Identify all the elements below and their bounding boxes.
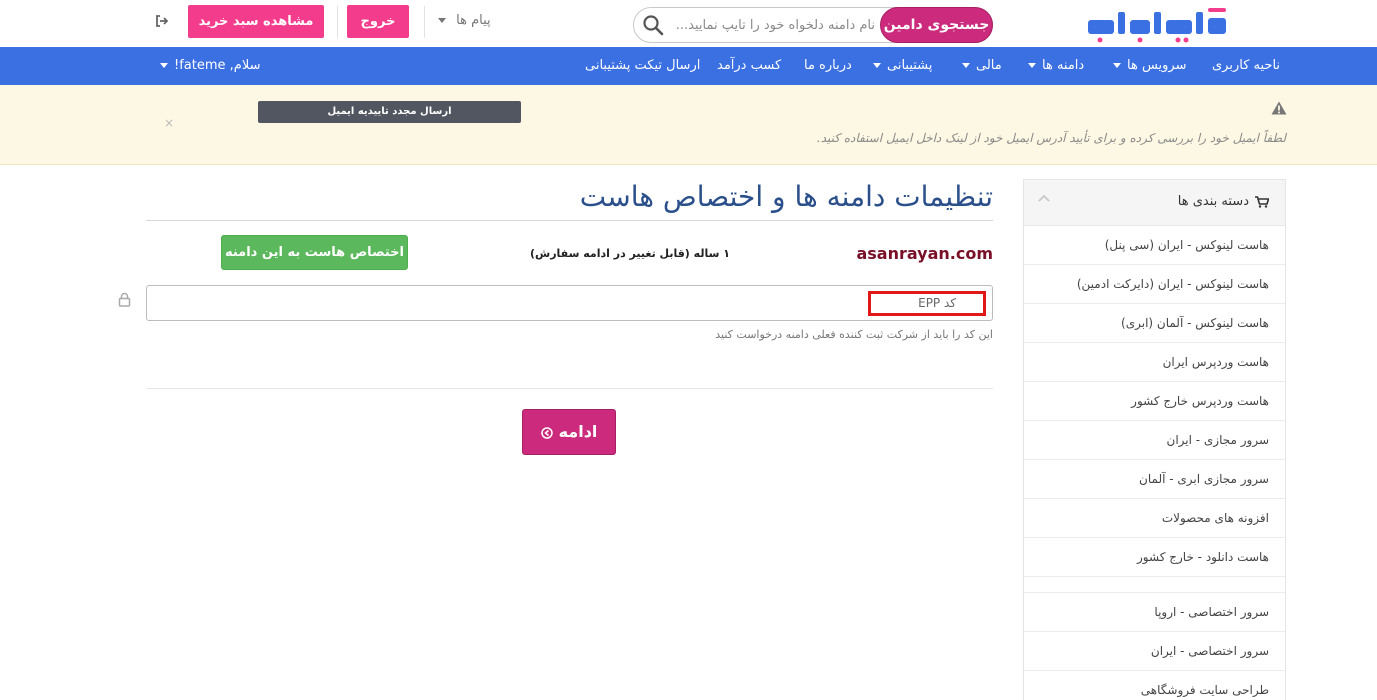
sidebar-spacer <box>1024 577 1285 593</box>
alert-message: لطفاً ایمیل خود را بررسی کرده و برای تأی… <box>816 131 1286 145</box>
registration-period: ۱ ساله (قابل تغییر در ادامه سفارش) <box>530 247 730 260</box>
messages-dropdown[interactable]: پیام ها <box>438 13 491 28</box>
chevron-down-icon <box>1113 63 1121 68</box>
assign-host-button[interactable]: اختصاص هاست به این دامنه <box>221 235 408 270</box>
sidebar-item-wordpress-abroad[interactable]: هاست وردپرس خارج کشور <box>1024 382 1285 421</box>
page-title: تنظیمات دامنه ها و اختصاص هاست <box>579 180 993 213</box>
arrow-circle-left-icon <box>540 426 553 439</box>
header-divider <box>337 6 338 38</box>
sidebar-item-dedicated-iran[interactable]: سرور اختصاصی - ایران <box>1024 632 1285 671</box>
sidebar-item-store-design[interactable]: طراحی سایت فروشگاهی <box>1024 671 1285 700</box>
nav-item-earn[interactable]: کسب درآمد <box>717 58 781 73</box>
nav-item-client-area[interactable]: ناحیه کاربری <box>1212 58 1280 73</box>
header-divider <box>424 6 425 38</box>
resend-verification-button[interactable]: ارسال مجدد تاییدیه ایمیل <box>258 101 521 123</box>
main-navbar: ناحیه کاربری سرویس ها دامنه ها مالی پشتی… <box>0 47 1377 85</box>
site-logo[interactable] <box>1078 2 1233 44</box>
continue-label: ادامه <box>558 422 598 441</box>
chevron-down-icon <box>1028 63 1036 68</box>
chevron-down-icon <box>438 18 446 23</box>
sidebar-header[interactable]: دسته بندی ها <box>1024 180 1285 226</box>
sidebar-title: دسته بندی ها <box>1178 194 1269 209</box>
shopping-cart-icon <box>1255 195 1269 208</box>
epp-code-input[interactable] <box>146 285 993 321</box>
user-account-dropdown[interactable]: سلام, fateme! <box>160 58 261 73</box>
domain-search-input[interactable] <box>669 8 879 42</box>
section-divider <box>146 388 993 389</box>
sign-out-icon[interactable] <box>155 14 169 28</box>
chevron-down-icon <box>873 63 881 68</box>
sidebar-item-dedicated-europe[interactable]: سرور اختصاصی - اروپا <box>1024 593 1285 632</box>
logout-button[interactable]: خروج <box>347 5 409 38</box>
nav-item-domains[interactable]: دامنه ها <box>1028 58 1084 73</box>
warning-icon <box>1271 101 1287 115</box>
title-divider <box>146 220 993 221</box>
continue-button[interactable]: ادامه <box>522 409 616 455</box>
sidebar-item-linux-iran-cpanel[interactable]: هاست لینوکس - ایران (سی پنل) <box>1024 226 1285 265</box>
nav-item-open-ticket[interactable]: ارسال تیکت پشتیبانی <box>585 58 700 73</box>
messages-label: پیام ها <box>456 13 491 28</box>
chevron-up-icon[interactable] <box>1038 193 1050 203</box>
nav-item-about[interactable]: درباره ما <box>804 58 852 73</box>
sidebar-item-vps-iran[interactable]: سرور مجازی - ایران <box>1024 421 1285 460</box>
chevron-down-icon <box>962 63 970 68</box>
domain-search-button[interactable]: جستجوی دامین <box>880 7 993 43</box>
nav-item-billing[interactable]: مالی <box>962 58 1002 73</box>
sidebar-item-download-host[interactable]: هاست دانلود - خارج کشور <box>1024 538 1285 577</box>
view-cart-button[interactable]: مشاهده سبد خرید <box>188 5 324 38</box>
top-header: جستجوی دامین پیام ها خروج مشاهده سبد خری… <box>0 0 1377 47</box>
epp-help-text: این کد را باید از شرکت ثبت کننده فعلی دا… <box>715 328 993 341</box>
sidebar-item-cloud-vps-germany[interactable]: سرور مجازی ابری - آلمان <box>1024 460 1285 499</box>
search-icon[interactable] <box>642 14 664 36</box>
nav-item-support[interactable]: پشتیبانی <box>873 58 932 73</box>
close-icon[interactable]: × <box>164 116 174 130</box>
sidebar-item-product-addons[interactable]: افزونه های محصولات <box>1024 499 1285 538</box>
chevron-down-icon <box>160 63 168 68</box>
categories-sidebar: دسته بندی ها هاست لینوکس - ایران (سی پنل… <box>1023 179 1286 700</box>
email-verification-alert: لطفاً ایمیل خود را بررسی کرده و برای تأی… <box>0 85 1377 165</box>
sidebar-item-linux-germany-cloud[interactable]: هاست لینوکس - آلمان (ابری) <box>1024 304 1285 343</box>
lock-icon <box>118 292 131 307</box>
nav-item-services[interactable]: سرویس ها <box>1113 58 1186 73</box>
domain-name: asanrayan.com <box>856 244 993 263</box>
domain-search-box: جستجوی دامین <box>633 7 993 43</box>
sidebar-item-wordpress-iran[interactable]: هاست وردپرس ایران <box>1024 343 1285 382</box>
sidebar-item-linux-iran-directadmin[interactable]: هاست لینوکس - ایران (دایرکت ادمین) <box>1024 265 1285 304</box>
